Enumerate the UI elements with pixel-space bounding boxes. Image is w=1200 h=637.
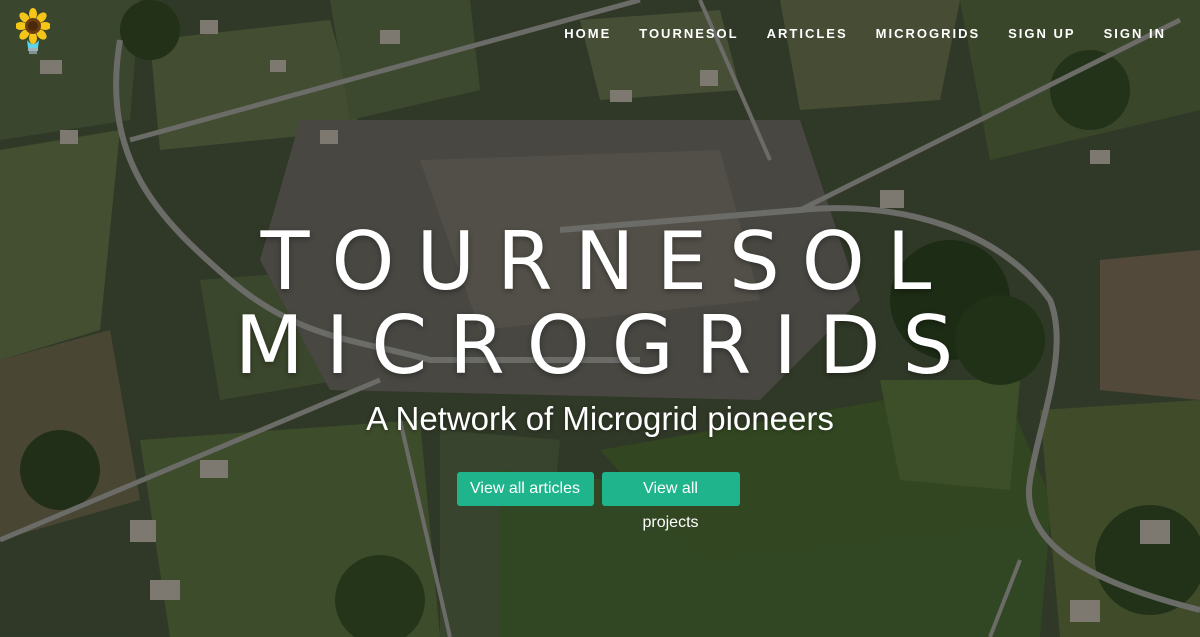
hero-section: HOME TOURNESOL ARTICLES MICROGRIDS SIGN … xyxy=(0,0,1200,637)
nav-item-sign-in[interactable]: SIGN IN xyxy=(1090,24,1180,43)
nav-item-tournesol[interactable]: TOURNESOL xyxy=(625,24,752,43)
cta-button-row: View all articles View all projects xyxy=(0,472,1200,531)
nav-item-articles[interactable]: ARTICLES xyxy=(753,24,862,43)
view-all-articles-button[interactable]: View all articles xyxy=(456,472,594,506)
hero-subtitle: A Network of Microgrid pioneers xyxy=(366,400,834,437)
hero-title-line1: TOURNESOL xyxy=(260,215,954,308)
sunflower-bulb-icon[interactable] xyxy=(16,8,50,56)
nav-item-sign-up[interactable]: SIGN UP xyxy=(994,24,1089,43)
main-nav: HOME TOURNESOL ARTICLES MICROGRIDS SIGN … xyxy=(550,24,1180,43)
navbar: HOME TOURNESOL ARTICLES MICROGRIDS SIGN … xyxy=(0,0,1200,66)
hero-title-line2: MICROGRIDS xyxy=(234,299,976,392)
nav-item-microgrids[interactable]: MICROGRIDS xyxy=(862,24,995,43)
view-all-projects-button[interactable]: View all projects xyxy=(601,472,740,531)
nav-item-home[interactable]: HOME xyxy=(550,24,625,43)
